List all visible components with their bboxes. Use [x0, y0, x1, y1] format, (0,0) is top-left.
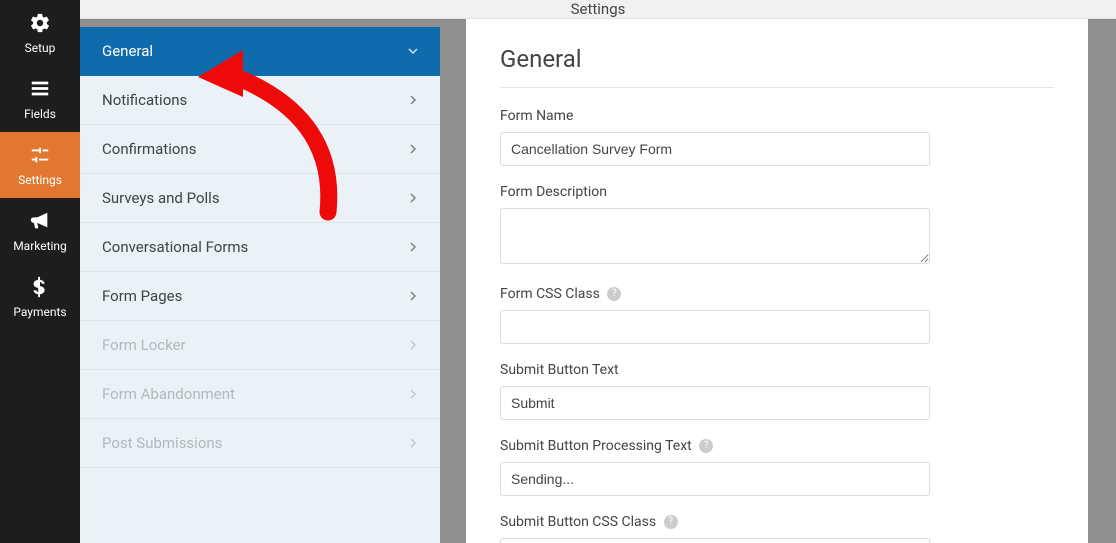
right-region: Settings General Notifications Confirmat… [80, 0, 1116, 543]
textarea-form-description[interactable] [500, 208, 930, 264]
help-icon[interactable]: ? [699, 439, 713, 453]
menu-item-general[interactable]: General [80, 27, 440, 76]
menu-label: Notifications [102, 91, 187, 109]
menu-label: Form Abandonment [102, 385, 235, 403]
label-submit-button-css-class: Submit Button CSS Class ? [500, 514, 930, 530]
rail-label-fields: Fields [24, 107, 56, 121]
rail-label-settings: Settings [18, 173, 62, 187]
label-form-description: Form Description [500, 184, 930, 200]
field-submit-button-processing: Submit Button Processing Text ? [500, 438, 930, 496]
help-icon[interactable]: ? [607, 287, 621, 301]
app-root: Setup Fields Settings Marketing Payments [0, 0, 1116, 543]
menu-label: Form Pages [102, 287, 182, 305]
menu-label: Post Submissions [102, 434, 222, 452]
label-form-css-class: Form CSS Class ? [500, 286, 930, 302]
input-submit-button-text[interactable] [500, 386, 930, 420]
label-text: Form CSS Class [500, 286, 600, 302]
rail-item-setup[interactable]: Setup [0, 0, 80, 66]
topbar: Settings [80, 0, 1116, 19]
menu-item-form-locker[interactable]: Form Locker [80, 321, 440, 370]
menu-label: Form Locker [102, 336, 186, 354]
input-submit-button-css-class[interactable] [500, 538, 930, 543]
field-form-name: Form Name [500, 108, 930, 166]
chevron-right-icon [408, 95, 418, 105]
settings-submenu: General Notifications Confirmations Surv… [80, 27, 440, 543]
input-submit-button-processing[interactable] [500, 462, 930, 496]
menu-item-notifications[interactable]: Notifications [80, 76, 440, 125]
list-icon [29, 78, 51, 104]
field-form-css-class: Form CSS Class ? [500, 286, 930, 344]
label-submit-button-text: Submit Button Text [500, 362, 930, 378]
panel-divider [500, 87, 1054, 88]
panel-wrap: General Form Name Form Description Form … [466, 19, 1088, 543]
label-text: Submit Button Processing Text [500, 438, 692, 454]
input-form-css-class[interactable] [500, 310, 930, 344]
menu-label: General [102, 42, 153, 60]
rail-item-payments[interactable]: Payments [0, 264, 80, 330]
general-settings-panel: General Form Name Form Description Form … [466, 19, 1088, 543]
menu-item-form-abandonment[interactable]: Form Abandonment [80, 370, 440, 419]
chevron-right-icon [408, 193, 418, 203]
chevron-right-icon [408, 291, 418, 301]
input-form-name[interactable] [500, 132, 930, 166]
rail-label-payments: Payments [13, 305, 66, 319]
label-text: Submit Button CSS Class [500, 514, 656, 530]
chevron-right-icon [408, 340, 418, 350]
menu-label: Surveys and Polls [102, 189, 220, 207]
chevron-right-icon [408, 438, 418, 448]
panel-gap [440, 19, 466, 543]
rail-item-settings[interactable]: Settings [0, 132, 80, 198]
sliders-icon [29, 144, 51, 170]
dollar-icon [29, 276, 51, 302]
rail-item-marketing[interactable]: Marketing [0, 198, 80, 264]
field-submit-button-css-class: Submit Button CSS Class ? [500, 514, 930, 543]
label-submit-button-processing: Submit Button Processing Text ? [500, 438, 930, 454]
left-nav-rail: Setup Fields Settings Marketing Payments [0, 0, 80, 543]
menu-label: Confirmations [102, 140, 196, 158]
field-form-description: Form Description [500, 184, 930, 268]
menu-item-form-pages[interactable]: Form Pages [80, 272, 440, 321]
topbar-title: Settings [571, 0, 626, 18]
menu-label: Conversational Forms [102, 238, 248, 256]
field-submit-button-text: Submit Button Text [500, 362, 930, 420]
help-icon[interactable]: ? [664, 515, 678, 529]
menu-item-surveys-polls[interactable]: Surveys and Polls [80, 174, 440, 223]
rail-label-setup: Setup [25, 41, 56, 55]
panel-heading: General [500, 45, 1054, 73]
menu-filler [80, 468, 440, 543]
right-gutter [1088, 19, 1116, 543]
chevron-right-icon [408, 389, 418, 399]
menu-item-post-submissions[interactable]: Post Submissions [80, 419, 440, 468]
chevron-down-icon [408, 46, 418, 56]
chevron-right-icon [408, 242, 418, 252]
body-region: General Notifications Confirmations Surv… [80, 19, 1116, 543]
rail-item-fields[interactable]: Fields [0, 66, 80, 132]
rail-label-marketing: Marketing [13, 239, 67, 253]
label-form-name: Form Name [500, 108, 930, 124]
gear-icon [29, 12, 51, 38]
chevron-right-icon [408, 144, 418, 154]
bullhorn-icon [29, 210, 51, 236]
menu-item-conversational-forms[interactable]: Conversational Forms [80, 223, 440, 272]
menu-item-confirmations[interactable]: Confirmations [80, 125, 440, 174]
